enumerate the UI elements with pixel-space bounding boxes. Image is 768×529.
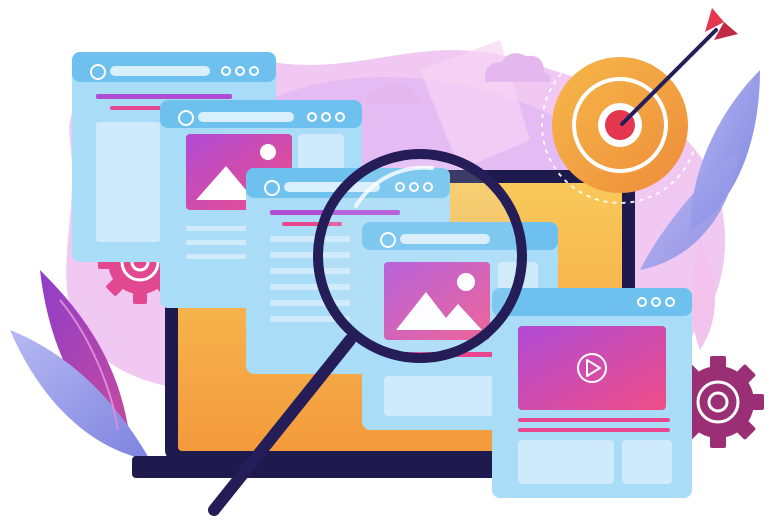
browser-window-5 [492,288,692,498]
video-player [518,326,666,410]
seo-illustration [10,8,764,516]
